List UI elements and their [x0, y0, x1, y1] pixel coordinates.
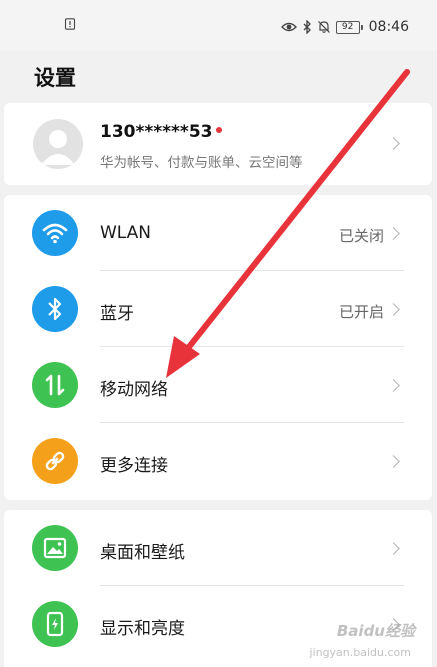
settings-item-more-connections[interactable]: 更多连接 — [4, 423, 432, 499]
account-subtitle: 华为帐号、付款与账单、云空间等 — [100, 155, 303, 171]
mobile-data-icon — [32, 362, 78, 408]
watermark-logo: Baidu经验 — [336, 622, 415, 640]
item-value: 已关闭 — [338, 227, 384, 245]
item-label: 移动网络 — [100, 380, 168, 400]
status-bar: 92 08:46 — [0, 0, 437, 50]
wallpaper-icon — [32, 525, 78, 571]
chevron-right-icon — [387, 227, 400, 240]
settings-item-mobile-network[interactable]: 移动网络 — [4, 347, 432, 423]
account-name-text: 130******53 — [100, 122, 213, 142]
battery-icon: 92 — [335, 20, 363, 34]
watermark-url: jingyan.baidu.com — [309, 646, 411, 659]
chevron-right-icon — [387, 303, 400, 316]
chevron-right-icon — [387, 379, 400, 392]
item-label: 更多连接 — [100, 456, 168, 476]
chevron-right-icon — [387, 542, 400, 555]
chevron-right-icon — [387, 137, 400, 150]
sim-alert-icon — [64, 18, 76, 30]
account-card[interactable]: 130******53 华为帐号、付款与账单、云空间等 — [4, 103, 432, 185]
item-label: 显示和亮度 — [100, 619, 185, 639]
settings-group-display: 桌面和壁纸 显示和亮度 — [4, 510, 432, 667]
item-label: WLAN — [100, 223, 152, 243]
user-avatar-icon — [33, 119, 83, 169]
eye-comfort-icon — [280, 22, 297, 32]
page-title: 设置 — [34, 66, 76, 90]
item-value: 已开启 — [338, 303, 384, 321]
item-label: 桌面和壁纸 — [100, 543, 185, 563]
settings-group-connectivity: WLAN 已关闭 蓝牙 已开启 移动网络 更多连接 — [4, 195, 432, 500]
settings-item-wlan[interactable]: WLAN 已关闭 — [4, 195, 432, 271]
status-icons: 92 08:46 — [280, 17, 409, 37]
item-label: 蓝牙 — [100, 304, 134, 324]
wifi-icon — [32, 210, 78, 256]
mute-bell-icon — [317, 21, 330, 33]
settings-item-bluetooth[interactable]: 蓝牙 已开启 — [4, 271, 432, 347]
account-name: 130******53 — [100, 122, 223, 142]
bluetooth-icon — [32, 286, 78, 332]
notification-dot — [216, 127, 223, 133]
bluetooth-icon — [303, 20, 311, 34]
battery-level: 92 — [341, 21, 354, 32]
display-icon — [32, 601, 78, 647]
chevron-right-icon — [387, 455, 400, 468]
link-icon — [32, 438, 78, 484]
status-time: 08:46 — [368, 19, 409, 35]
settings-item-wallpaper[interactable]: 桌面和壁纸 — [4, 510, 432, 586]
